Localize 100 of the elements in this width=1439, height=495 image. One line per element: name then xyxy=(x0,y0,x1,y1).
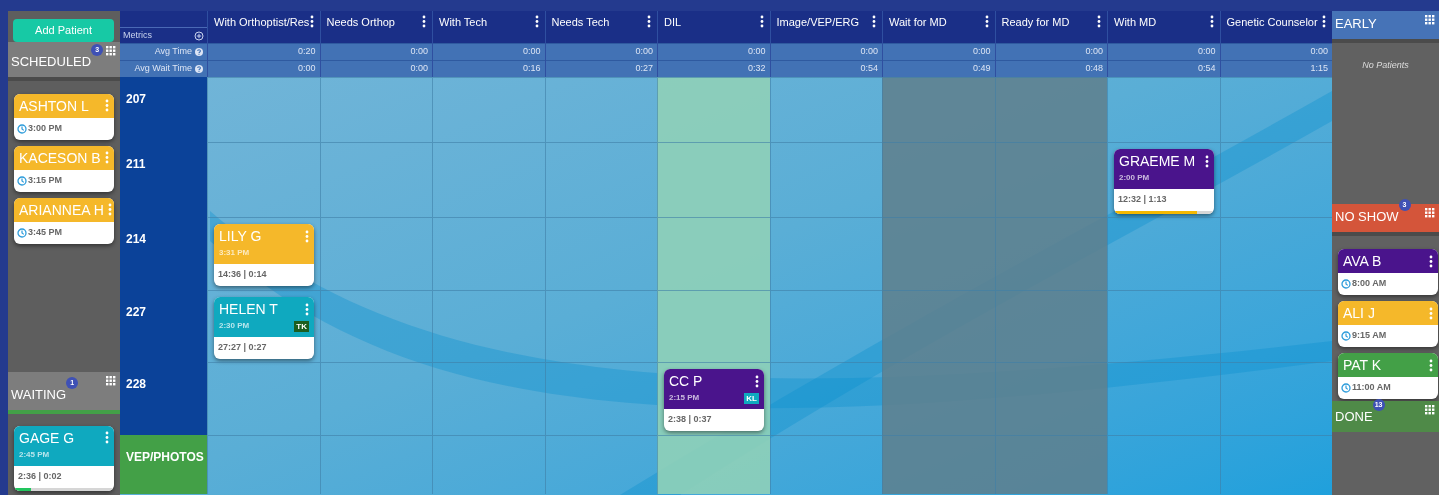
column-header[interactable]: Genetic Counselor xyxy=(1220,11,1332,43)
patient-name: ALI J xyxy=(1343,304,1375,322)
metric-value: 0:16 xyxy=(522,62,541,76)
column-header[interactable]: With MD xyxy=(1108,11,1220,43)
metric-value: 0:00 xyxy=(1197,45,1216,59)
help-icon[interactable] xyxy=(195,65,203,73)
metric-value: 0:48 xyxy=(1085,62,1103,76)
patient-card[interactable]: GAGE G 2:45 PM 2:36 | 0:02 xyxy=(14,425,114,491)
patient-name: HELEN T xyxy=(219,300,278,318)
column-title: Wait for MD xyxy=(889,15,947,29)
kebab-menu-icon[interactable] xyxy=(309,15,314,28)
appointment-time: 3:45 PM xyxy=(28,226,62,239)
metric-label: Avg Time xyxy=(154,45,192,59)
section-title: WAITING xyxy=(11,386,67,402)
metric-value: 0:54 xyxy=(1197,62,1216,76)
column-header[interactable]: Image/VEP/ERG xyxy=(770,11,882,43)
patient-name: LILY G xyxy=(219,227,262,245)
metric-value: 0:00 xyxy=(1085,45,1103,59)
patient-name: CC P xyxy=(669,372,703,390)
patient-card[interactable]: HELEN T 2:30 PM TK 27:27 | 0:27 xyxy=(214,297,314,359)
appointment-time: 8:00 AM xyxy=(1352,277,1387,291)
kebab-menu-icon[interactable] xyxy=(1205,154,1209,168)
kebab-menu-icon[interactable] xyxy=(1209,15,1214,28)
appointment-time: 2:15 PM xyxy=(669,392,700,404)
kebab-menu-icon[interactable] xyxy=(1322,15,1326,28)
patient-card[interactable]: ARIANNEA H 3:45 PM xyxy=(14,197,114,244)
appointment-time: 11:00 AM xyxy=(1352,381,1391,395)
help-icon[interactable] xyxy=(195,48,203,56)
grid-icon[interactable] xyxy=(1425,405,1435,415)
kebab-menu-icon[interactable] xyxy=(984,15,989,28)
column-title: DIL xyxy=(664,15,682,29)
metric-value: 0:54 xyxy=(860,62,878,76)
kebab-menu-icon[interactable] xyxy=(422,15,426,28)
patient-card[interactable]: ALI J 9:15 AM xyxy=(1338,301,1438,347)
kebab-menu-icon[interactable] xyxy=(1429,254,1433,268)
metric-value: 0:00 xyxy=(860,45,878,59)
column-title: With Tech xyxy=(439,15,488,29)
column-title: Ready for MD xyxy=(1001,15,1070,29)
section-title: DONE xyxy=(1335,409,1373,424)
staff-tag: KL xyxy=(744,392,759,404)
clock-icon xyxy=(1341,383,1351,393)
column-title: Genetic Counselor xyxy=(1226,15,1318,29)
kebab-menu-icon[interactable] xyxy=(647,15,651,28)
grid-icon[interactable] xyxy=(1425,15,1435,25)
add-icon[interactable] xyxy=(194,30,204,41)
column-header[interactable]: DIL xyxy=(658,11,770,43)
metric-value: 0:20 xyxy=(297,45,316,59)
room-name: 214 xyxy=(126,232,147,246)
patient-card[interactable]: GRAEME M 2:00 PM 12:32 | 1:13 xyxy=(1114,149,1214,214)
kebab-menu-icon[interactable] xyxy=(1097,15,1101,28)
metric-value: 0:00 xyxy=(410,62,428,76)
column-header[interactable]: With Tech xyxy=(433,11,545,43)
column-header[interactable]: Needs Orthop xyxy=(320,11,432,43)
column-header[interactable]: With Orthoptist/Res xyxy=(208,11,320,43)
elapsed-times: 27:27 | 0:27 xyxy=(217,341,268,355)
metrics-label: Metrics xyxy=(123,28,152,42)
elapsed-times: 2:36 | 0:02 xyxy=(17,470,63,483)
grid-icon[interactable] xyxy=(106,45,116,56)
patient-card[interactable]: ASHTON L 3:00 PM xyxy=(14,93,114,140)
grid-icon[interactable] xyxy=(106,375,116,386)
patient-card[interactable]: AVA B 8:00 AM xyxy=(1338,249,1438,295)
metric-value: 0:00 xyxy=(747,45,766,59)
clock-icon xyxy=(17,123,27,134)
kebab-menu-icon[interactable] xyxy=(759,15,764,28)
patient-card[interactable]: KACESON B 3:15 PM xyxy=(14,145,114,192)
staff-tag: TK xyxy=(294,320,309,332)
section-title: SCHEDULED xyxy=(11,53,92,69)
clock-icon xyxy=(1341,331,1351,341)
metric-value: 0:27 xyxy=(635,62,653,76)
column-header[interactable]: Ready for MD xyxy=(995,11,1107,43)
patient-name: ASHTON L xyxy=(19,96,89,115)
room-name: 228 xyxy=(126,377,147,391)
metric-value: 0:00 xyxy=(297,62,316,76)
patient-card[interactable]: CC P 2:15 PM KL 2:38 | 0:37 xyxy=(664,369,764,431)
clock-icon xyxy=(17,175,27,186)
appointment-time: 2:45 PM xyxy=(19,448,50,461)
column-title: Image/VEP/ERG xyxy=(776,15,860,29)
metric-value: 0:00 xyxy=(1310,45,1328,59)
empty-message: No Patients xyxy=(1362,59,1409,72)
column-header[interactable]: Needs Tech xyxy=(545,11,657,43)
appointment-time: 3:15 PM xyxy=(28,174,62,187)
metric-value: 0:00 xyxy=(972,45,991,59)
patient-card[interactable]: LILY G 3:31 PM 14:36 | 0:14 xyxy=(214,224,314,286)
column-title: With MD xyxy=(1114,15,1157,29)
appointment-time: 2:30 PM xyxy=(219,320,250,332)
column-header[interactable]: Wait for MD xyxy=(883,11,995,43)
clock-icon xyxy=(17,227,27,238)
appointment-time: 3:00 PM xyxy=(28,122,62,135)
metric-value: 0:00 xyxy=(522,45,541,59)
kebab-menu-icon[interactable] xyxy=(534,15,539,28)
elapsed-times: 2:38 | 0:37 xyxy=(667,413,713,427)
metric-value: 0:00 xyxy=(635,45,653,59)
clock-icon xyxy=(1341,279,1351,289)
column-title: Needs Tech xyxy=(551,15,610,29)
kebab-menu-icon[interactable] xyxy=(755,374,759,388)
column-title: With Orthoptist/Res xyxy=(214,15,310,29)
grid-icon[interactable] xyxy=(1425,208,1435,218)
appointment-time: 2:00 PM xyxy=(1119,172,1150,184)
kebab-menu-icon[interactable] xyxy=(872,15,876,28)
patient-card[interactable]: PAT K 11:00 AM xyxy=(1338,353,1438,399)
